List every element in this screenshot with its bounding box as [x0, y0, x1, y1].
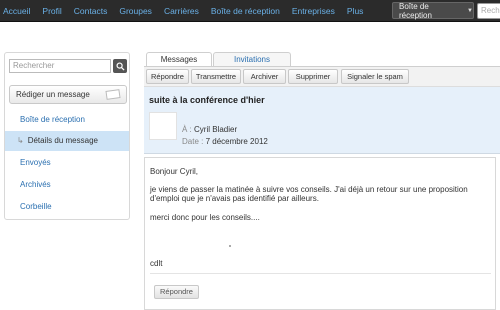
- sidebar-item-label: Envoyés: [20, 158, 51, 167]
- message-header: suite à la conférence d'hier À : Cyril B…: [144, 87, 500, 154]
- bottom-reply-button[interactable]: Répondre: [154, 285, 199, 299]
- caret-down-icon: ▼: [467, 7, 473, 14]
- message-recipient: À : Cyril Bladier: [182, 125, 237, 134]
- sidebar-item-trash[interactable]: Corbeille: [5, 197, 129, 217]
- delete-button[interactable]: Supprimer: [288, 69, 338, 84]
- nav-plus[interactable]: Plus: [347, 6, 364, 16]
- body-signoff: cdlt: [150, 259, 163, 268]
- nav-contacts[interactable]: Contacts: [74, 6, 108, 16]
- sidebar-item-label: Détails du message: [27, 136, 98, 145]
- top-navigation-bar: Accueil Profil Contacts Groupes Carrière…: [0, 0, 500, 22]
- reply-button[interactable]: Répondre: [146, 69, 189, 84]
- nav-boite-de-reception[interactable]: Boîte de réception: [211, 6, 280, 16]
- message-body: Bonjour Cyril, je viens de passer la mat…: [144, 157, 496, 310]
- sidebar-item-inbox[interactable]: Boîte de réception: [5, 110, 129, 130]
- sidebar-item-label: Boîte de réception: [20, 115, 85, 124]
- nav-profil[interactable]: Profil: [42, 6, 61, 16]
- tab-invitations[interactable]: Invitations: [213, 52, 291, 67]
- compose-message-button[interactable]: Rédiger un message: [9, 85, 127, 104]
- sub-item-arrow-icon: ↳: [17, 136, 24, 145]
- message-date: Date : 7 décembre 2012: [182, 137, 268, 146]
- body-greeting: Bonjour Cyril,: [150, 167, 199, 176]
- search-icon: [115, 61, 125, 71]
- recipient-name[interactable]: Cyril Bladier: [194, 125, 237, 134]
- report-spam-button[interactable]: Signaler le spam: [341, 69, 409, 84]
- message-subject: suite à la conférence d'hier: [149, 95, 265, 105]
- sidebar-item-label: Corbeille: [20, 202, 52, 211]
- recipient-label: À :: [182, 125, 192, 134]
- top-search-input[interactable]: Rechercher: [477, 3, 500, 19]
- sidebar: Rechercher Rédiger un message Boîte de r…: [4, 52, 130, 220]
- search-button[interactable]: [113, 59, 127, 73]
- search-scope-label: Boîte de réception: [399, 1, 432, 20]
- message-toolbar: Répondre Transmettre Archiver Supprimer …: [144, 67, 500, 87]
- date-label: Date :: [182, 137, 204, 146]
- divider: [150, 273, 491, 274]
- decorative-dot: [229, 245, 231, 247]
- sidebar-item-label: Archivés: [20, 180, 51, 189]
- archive-button[interactable]: Archiver: [243, 69, 286, 84]
- body-paragraph-line-2: d'emploi que je n'avais pas identifié pa…: [150, 194, 319, 203]
- search-scope-dropdown[interactable]: Boîte de réception ▼: [392, 1, 474, 20]
- body-thanks: merci donc pour les conseils....: [150, 213, 260, 222]
- sidebar-item-archived[interactable]: Archivés: [5, 175, 129, 195]
- date-value: 7 décembre 2012: [205, 137, 268, 146]
- sidebar-item-message-details[interactable]: ↳ Détails du message: [5, 131, 129, 151]
- tab-messages[interactable]: Messages: [146, 52, 212, 67]
- sidebar-item-sent[interactable]: Envoyés: [5, 153, 129, 173]
- sidebar-search-input[interactable]: Rechercher: [9, 59, 111, 73]
- nav-carrieres[interactable]: Carrières: [164, 6, 199, 16]
- envelope-icon: [105, 89, 121, 100]
- top-nav-links: Accueil Profil Contacts Groupes Carrière…: [0, 0, 372, 22]
- forward-button[interactable]: Transmettre: [191, 69, 241, 84]
- nav-groupes[interactable]: Groupes: [119, 6, 152, 16]
- nav-accueil[interactable]: Accueil: [3, 6, 30, 16]
- compose-label: Rédiger un message: [16, 90, 90, 99]
- avatar: [149, 112, 177, 140]
- nav-entreprises[interactable]: Entreprises: [292, 6, 335, 16]
